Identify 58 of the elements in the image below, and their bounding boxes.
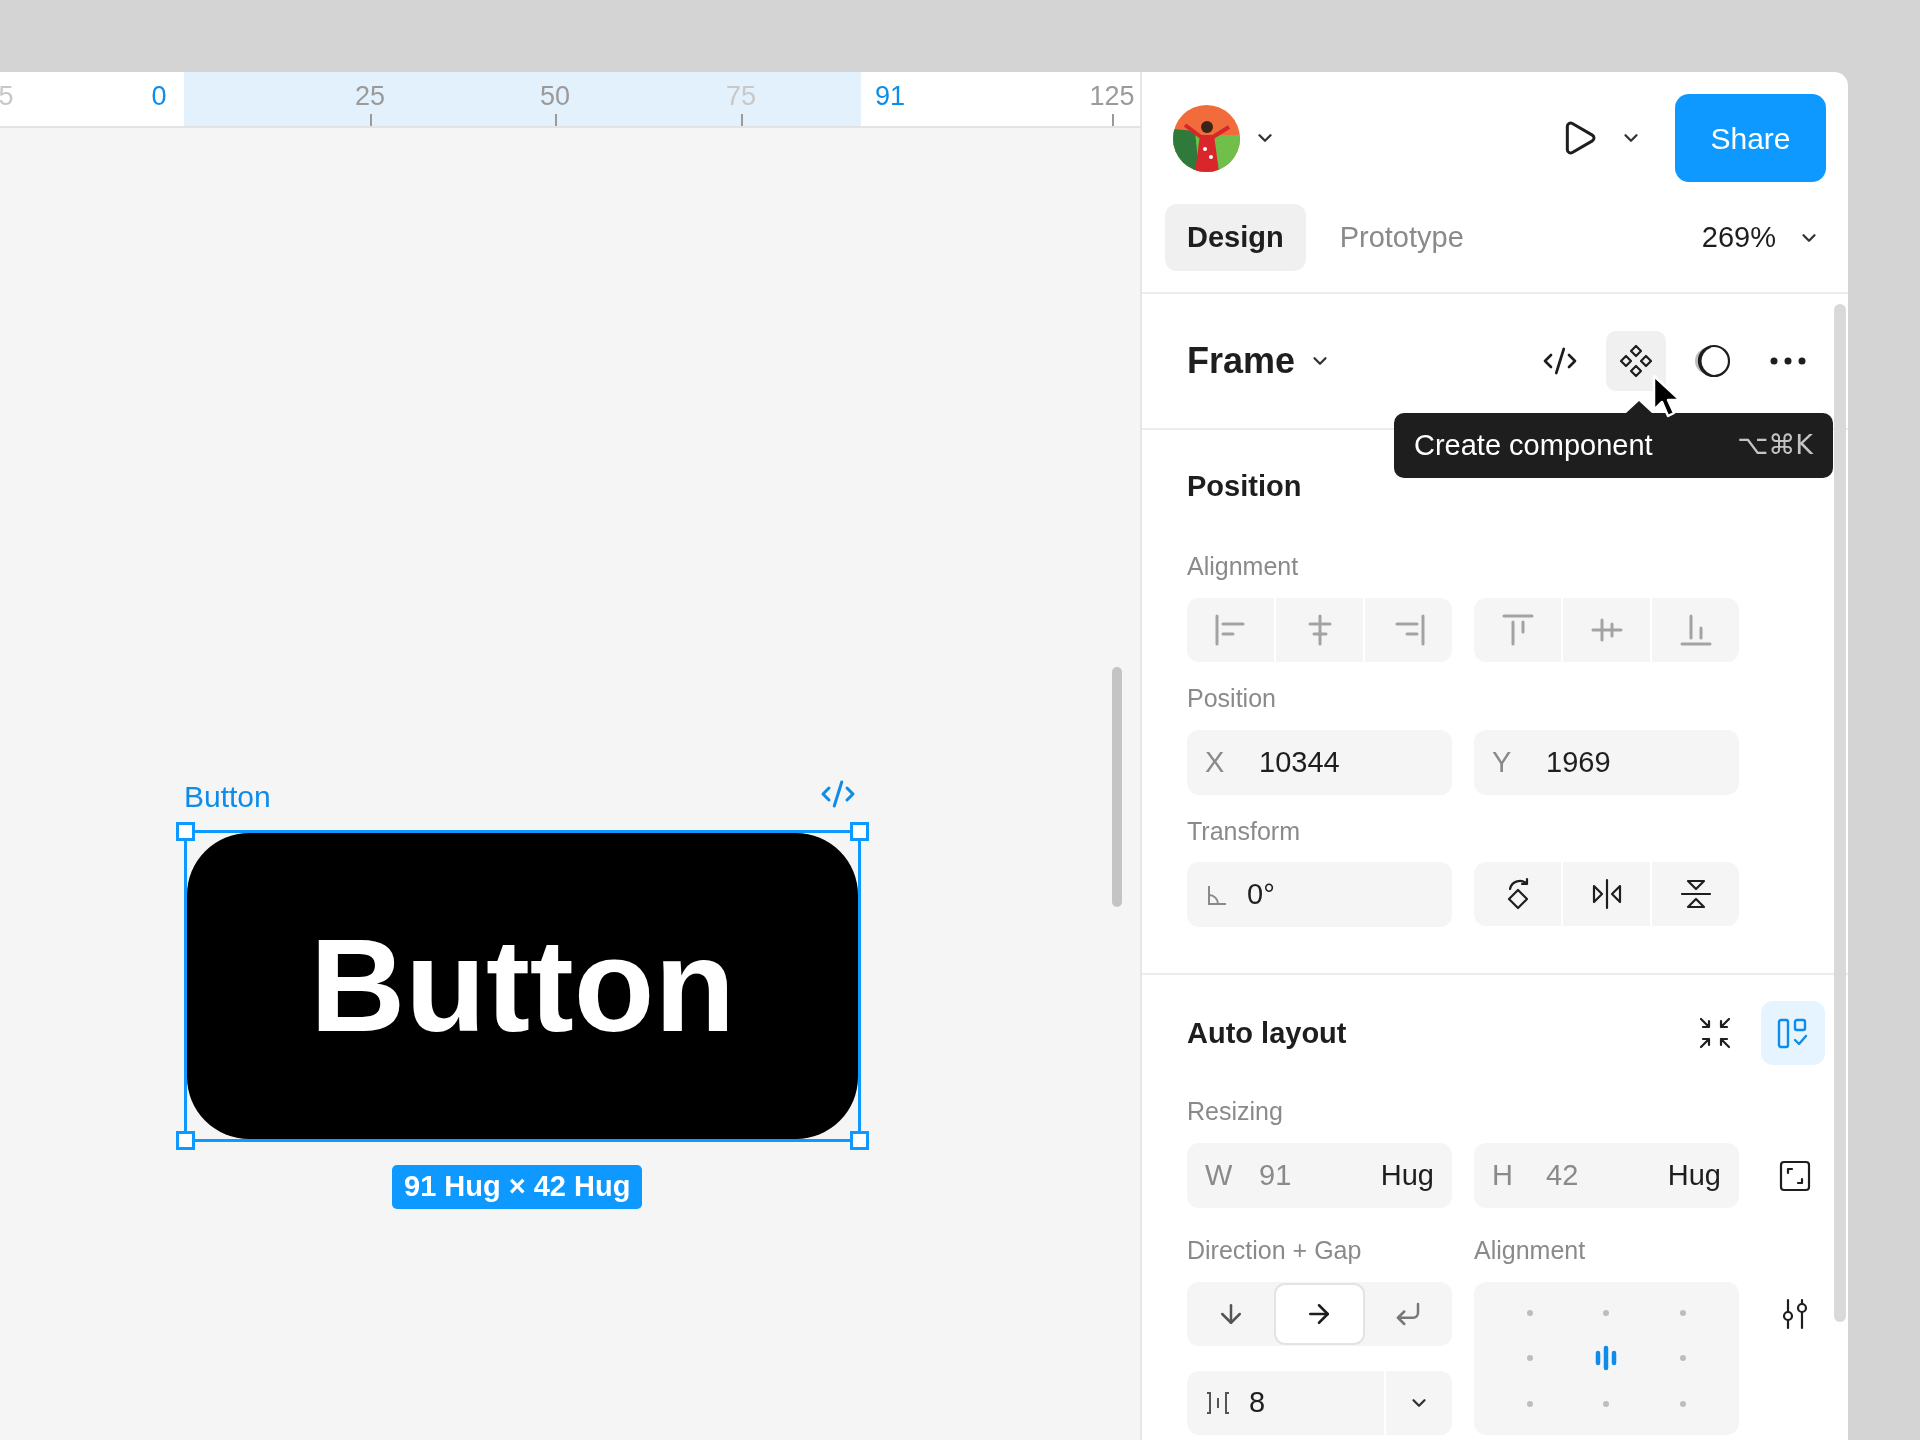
button-frame[interactable]: Button [187, 833, 858, 1139]
suggest-layout-button[interactable] [1761, 1001, 1825, 1065]
field-label: H [1492, 1157, 1514, 1193]
section-label: Alignment [1474, 1235, 1587, 1266]
field-label: Y [1492, 744, 1513, 780]
section-label: Resizing [1187, 1096, 1284, 1127]
ruler-tick [1112, 114, 1114, 126]
ruler-tick [370, 114, 372, 126]
field-mode: Hug [1667, 1157, 1721, 1193]
section-label: Transform [1187, 816, 1301, 847]
resize-handle[interactable] [850, 822, 869, 841]
scrollbar[interactable] [1112, 667, 1122, 907]
collapse-icon [1697, 1015, 1733, 1051]
gap-value: 8 [1249, 1385, 1266, 1421]
field-label: X [1205, 744, 1226, 780]
ruler-label: 50 [540, 80, 570, 113]
ruler-tick [555, 114, 557, 126]
field-value: 10344 [1259, 744, 1340, 780]
section-label: Alignment [1187, 551, 1300, 582]
section-label: Direction + Gap [1187, 1235, 1363, 1266]
field-label: W [1205, 1157, 1234, 1193]
field-value: 91 [1259, 1157, 1292, 1193]
resize-handle[interactable] [176, 1131, 195, 1150]
shortcut-text: ⌥⌘K [1737, 428, 1813, 463]
section-label: Position [1187, 683, 1277, 714]
input-field[interactable]: W 91 Hug [1187, 1143, 1452, 1208]
section-title: Position [1187, 469, 1303, 504]
contrast-icon [1694, 343, 1730, 379]
component-icon [1619, 344, 1653, 378]
resize-handle[interactable] [176, 822, 195, 841]
frame-label: Button [184, 779, 271, 815]
direction-option[interactable] [1274, 1283, 1365, 1345]
section-title: Auto layout [1187, 1016, 1347, 1051]
tab[interactable]: Design [1165, 204, 1306, 271]
field-value: 1969 [1546, 744, 1611, 780]
field-value: 0° [1247, 876, 1275, 912]
more-icon [1770, 357, 1806, 365]
ruler-label: 91 [875, 80, 905, 113]
ruler-label: 0 [151, 80, 167, 113]
layer-title: Frame [1187, 339, 1296, 383]
scrollbar[interactable] [1834, 304, 1846, 1322]
size-badge: 91 Hug × 42 Hug [392, 1165, 643, 1209]
resize-handle[interactable] [850, 1131, 869, 1150]
field-mode: Hug [1380, 1157, 1434, 1193]
input-field[interactable]: X 10344 [1187, 730, 1452, 795]
field-value: 42 [1546, 1157, 1579, 1193]
zoom-dropdown[interactable]: 269% [1701, 204, 1820, 271]
component-button[interactable] [1606, 331, 1666, 391]
ruler-label: 125 [1089, 80, 1135, 113]
gap-icon [1205, 1390, 1231, 1416]
tooltip-text: Create component [1414, 427, 1653, 463]
ruler-tick [741, 114, 743, 126]
input-field[interactable]: 0° [1187, 862, 1452, 927]
button-text: Button [309, 920, 736, 1052]
input-field[interactable]: Y 1969 [1474, 730, 1739, 795]
input-field[interactable]: H 42 Hug [1474, 1143, 1739, 1208]
gap-field[interactable]: 8 [1187, 1371, 1452, 1435]
ruler-label: 25 [355, 80, 385, 113]
